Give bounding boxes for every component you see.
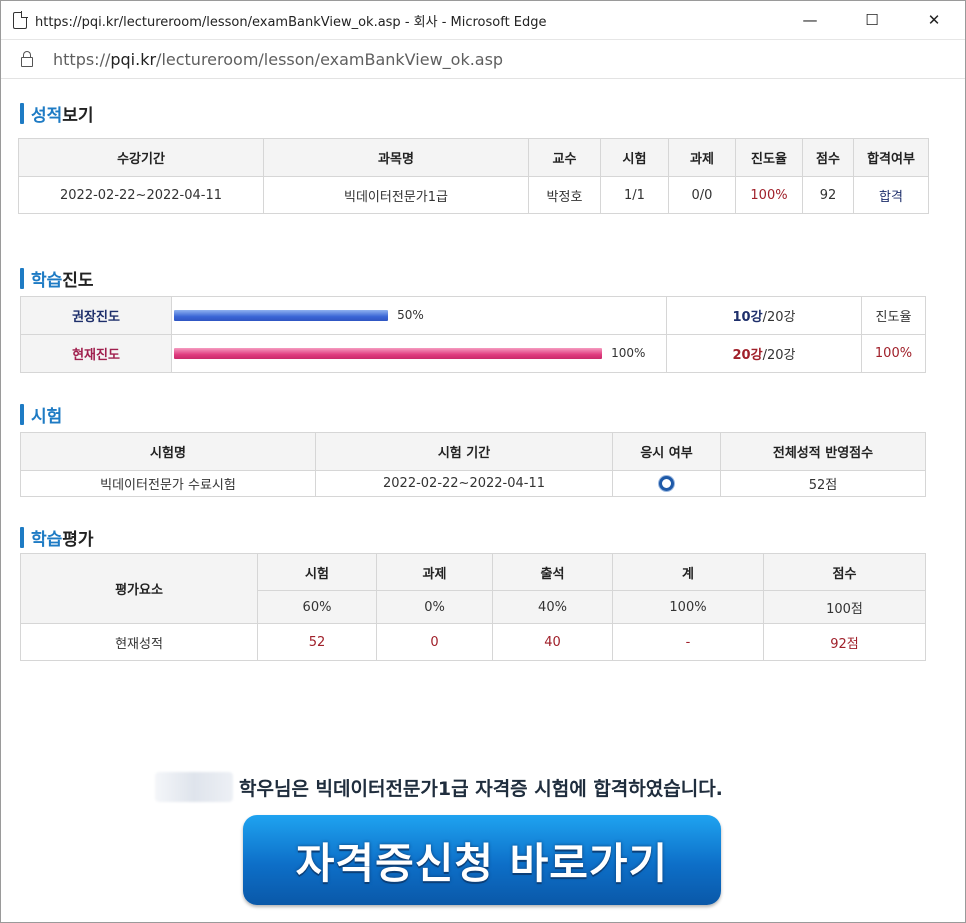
section-exam-title: 시험 <box>20 402 62 427</box>
exam-header: 시험명 <box>20 432 316 471</box>
grades-header: 합격여부 <box>853 138 929 177</box>
evaluation-current: 92점 <box>763 623 926 661</box>
section-evaluation-title: 학습 평가 <box>20 525 94 550</box>
section-title-highlight: 시험 <box>31 407 63 427</box>
grades-header: 과제 <box>668 138 736 177</box>
grades-professor: 박정호 <box>528 176 601 214</box>
url-prefix: https:// <box>53 49 111 69</box>
grades-exam: 1/1 <box>600 176 669 214</box>
evaluation-header: 출석 <box>492 553 613 591</box>
section-title-highlight: 학습 <box>31 271 63 291</box>
evaluation-current: 52 <box>257 623 377 661</box>
lessons-total: /20강 <box>762 310 796 325</box>
evaluation-row-header: 평가요소 <box>20 553 258 624</box>
evaluation-weight: 100% <box>612 590 764 624</box>
maximize-button[interactable]: ☐ <box>841 1 903 39</box>
progress-percent: 100% <box>611 346 646 360</box>
progress-lessons: 10강/20강 <box>666 296 862 335</box>
close-button[interactable]: ✕ <box>903 1 965 39</box>
progress-bar-cell: 100% <box>171 334 667 373</box>
pass-message-text: 학우님은 빅데이터전문가1급 자격증 시험에 합격하였습니다. <box>239 777 723 800</box>
evaluation-weight: 40% <box>492 590 613 624</box>
grades-header: 과목명 <box>263 138 529 177</box>
current-progress-label: 현재진도 <box>20 334 172 373</box>
exam-name: 빅데이터전문가 수료시험 <box>20 470 316 497</box>
evaluation-header: 점수 <box>763 553 926 591</box>
section-marker <box>20 404 24 425</box>
minimize-button[interactable]: — <box>779 1 841 39</box>
exam-header: 응시 여부 <box>612 432 721 471</box>
grades-header: 진도율 <box>735 138 803 177</box>
section-progress-title: 학습 진도 <box>20 266 94 291</box>
section-marker <box>20 103 24 124</box>
certificate-apply-button[interactable]: 자격증신청 바로가기 <box>243 815 721 905</box>
grades-header: 점수 <box>802 138 854 177</box>
evaluation-header: 계 <box>612 553 764 591</box>
certificate-apply-label: 자격증신청 바로가기 <box>295 838 669 888</box>
lessons-done: 10강 <box>732 310 763 325</box>
progress-bar-current <box>174 348 602 359</box>
exam-score: 52점 <box>720 470 926 497</box>
grades-header: 시험 <box>600 138 669 177</box>
progress-bar-recommended <box>174 310 388 321</box>
section-title-rest: 진도 <box>62 271 94 291</box>
progress-lessons: 20강/20강 <box>666 334 862 373</box>
url-domain: pqi.kr <box>110 49 157 69</box>
lock-icon <box>21 51 33 67</box>
table-row: 현재성적 52 0 40 - 92점 <box>20 623 926 661</box>
lessons-total: /20강 <box>762 348 796 363</box>
taken-circle-icon <box>659 476 674 491</box>
lessons-done: 20강 <box>732 348 763 363</box>
section-grades-title: 성적 보기 <box>20 101 94 126</box>
table-row: 빅데이터전문가 수료시험 2022-02-22~2022-04-11 52점 <box>20 470 926 497</box>
grades-period: 2022-02-22~2022-04-11 <box>18 176 264 214</box>
title-bar: https://pqi.kr/lectureroom/lesson/examBa… <box>1 1 965 40</box>
address-bar[interactable]: https://pqi.kr/lectureroom/lesson/examBa… <box>1 40 965 79</box>
table-row: 2022-02-22~2022-04-11 빅데이터전문가1급 박정호 1/1 … <box>18 176 929 214</box>
section-title-highlight: 학습 <box>31 530 63 550</box>
section-title-highlight: 성적 <box>31 106 63 126</box>
exam-taken-cell <box>612 470 721 497</box>
grades-score: 92 <box>802 176 854 214</box>
evaluation-current: 40 <box>492 623 613 661</box>
evaluation-current: - <box>612 623 764 661</box>
exam-period: 2022-02-22~2022-04-11 <box>315 470 613 497</box>
evaluation-table: 평가요소 시험 과제 출석 계 점수 60% 0% 40% 100% 100점 … <box>20 553 926 661</box>
progress-rate-value: 100% <box>861 334 926 373</box>
url-path: /lectureroom/lesson/examBankView_ok.asp <box>156 49 504 69</box>
progress-table: 권장진도 50% 10강/20강 진도율 현재진도 100% 20강/20강 1… <box>20 296 926 373</box>
exam-header: 시험 기간 <box>315 432 613 471</box>
grades-subject: 빅데이터전문가1급 <box>263 176 529 214</box>
section-title-rest: 보기 <box>62 106 94 126</box>
grades-table: 수강기간 과목명 교수 시험 과제 진도율 점수 합격여부 2022-02-22… <box>18 138 929 214</box>
exam-table: 시험명 시험 기간 응시 여부 전체성적 반영점수 빅데이터전문가 수료시험 2… <box>20 432 926 497</box>
evaluation-weight: 100점 <box>763 590 926 624</box>
exam-header: 전체성적 반영점수 <box>720 432 926 471</box>
grades-pass-status: 합격 <box>853 176 929 214</box>
evaluation-header: 시험 <box>257 553 377 591</box>
evaluation-weight: 60% <box>257 590 377 624</box>
progress-bar-cell: 50% <box>171 296 667 335</box>
progress-rate-label: 진도율 <box>861 296 926 335</box>
window-title: https://pqi.kr/lectureroom/lesson/examBa… <box>35 14 547 30</box>
evaluation-current-label: 현재성적 <box>20 623 258 661</box>
section-marker <box>20 268 24 289</box>
section-title-rest: 평가 <box>62 530 94 550</box>
grades-header: 수강기간 <box>18 138 264 177</box>
table-row: 현재진도 100% 20강/20강 100% <box>20 334 926 373</box>
grades-assignment: 0/0 <box>668 176 736 214</box>
evaluation-current: 0 <box>376 623 493 661</box>
grades-progress-rate: 100% <box>735 176 803 214</box>
page-icon <box>13 10 28 29</box>
progress-percent: 50% <box>397 308 424 322</box>
grades-header: 교수 <box>528 138 601 177</box>
evaluation-weight: 0% <box>376 590 493 624</box>
section-marker <box>20 527 24 548</box>
evaluation-header: 과제 <box>376 553 493 591</box>
redacted-name <box>155 772 233 802</box>
address-url[interactable]: https://pqi.kr/lectureroom/lesson/examBa… <box>53 50 503 69</box>
pass-message: 학우님은 빅데이터전문가1급 자격증 시험에 합격하였습니다. <box>155 770 805 804</box>
table-row: 권장진도 50% 10강/20강 진도율 <box>20 296 926 335</box>
recommended-progress-label: 권장진도 <box>20 296 172 335</box>
